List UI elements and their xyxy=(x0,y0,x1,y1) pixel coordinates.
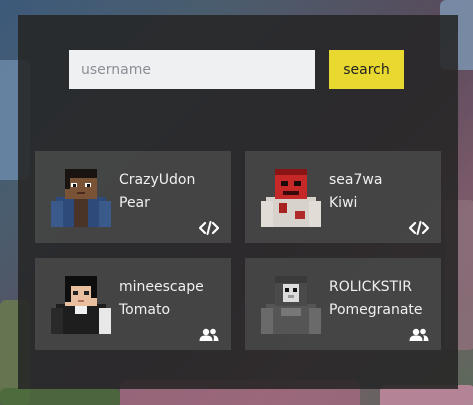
player-card[interactable]: sea7wa Kiwi xyxy=(245,151,441,243)
player-search-panel: search CrazyUdon Pear xyxy=(18,15,458,389)
player-card[interactable]: ROLICKSTIR Pomegranate xyxy=(245,258,441,350)
player-card[interactable]: CrazyUdon Pear xyxy=(35,151,231,243)
code-icon xyxy=(199,221,219,235)
player-username: CrazyUdon xyxy=(119,172,196,188)
player-avatar xyxy=(51,276,111,334)
player-fruit: Tomato xyxy=(119,302,171,318)
player-fruit: Kiwi xyxy=(329,195,358,211)
player-card[interactable]: mineescape Tomato xyxy=(35,258,231,350)
player-avatar xyxy=(261,276,321,334)
player-username: sea7wa xyxy=(329,172,383,188)
player-username: mineescape xyxy=(119,279,204,295)
search-button[interactable]: search xyxy=(329,50,404,89)
code-icon xyxy=(409,221,429,235)
player-fruit: Pear xyxy=(119,195,150,211)
username-search-input[interactable] xyxy=(69,50,315,89)
player-avatar xyxy=(261,169,321,227)
player-avatar xyxy=(51,169,111,227)
users-icon xyxy=(199,328,219,341)
player-fruit: Pomegranate xyxy=(329,302,423,318)
player-username: ROLICKSTIR xyxy=(329,279,412,295)
users-icon xyxy=(409,328,429,341)
